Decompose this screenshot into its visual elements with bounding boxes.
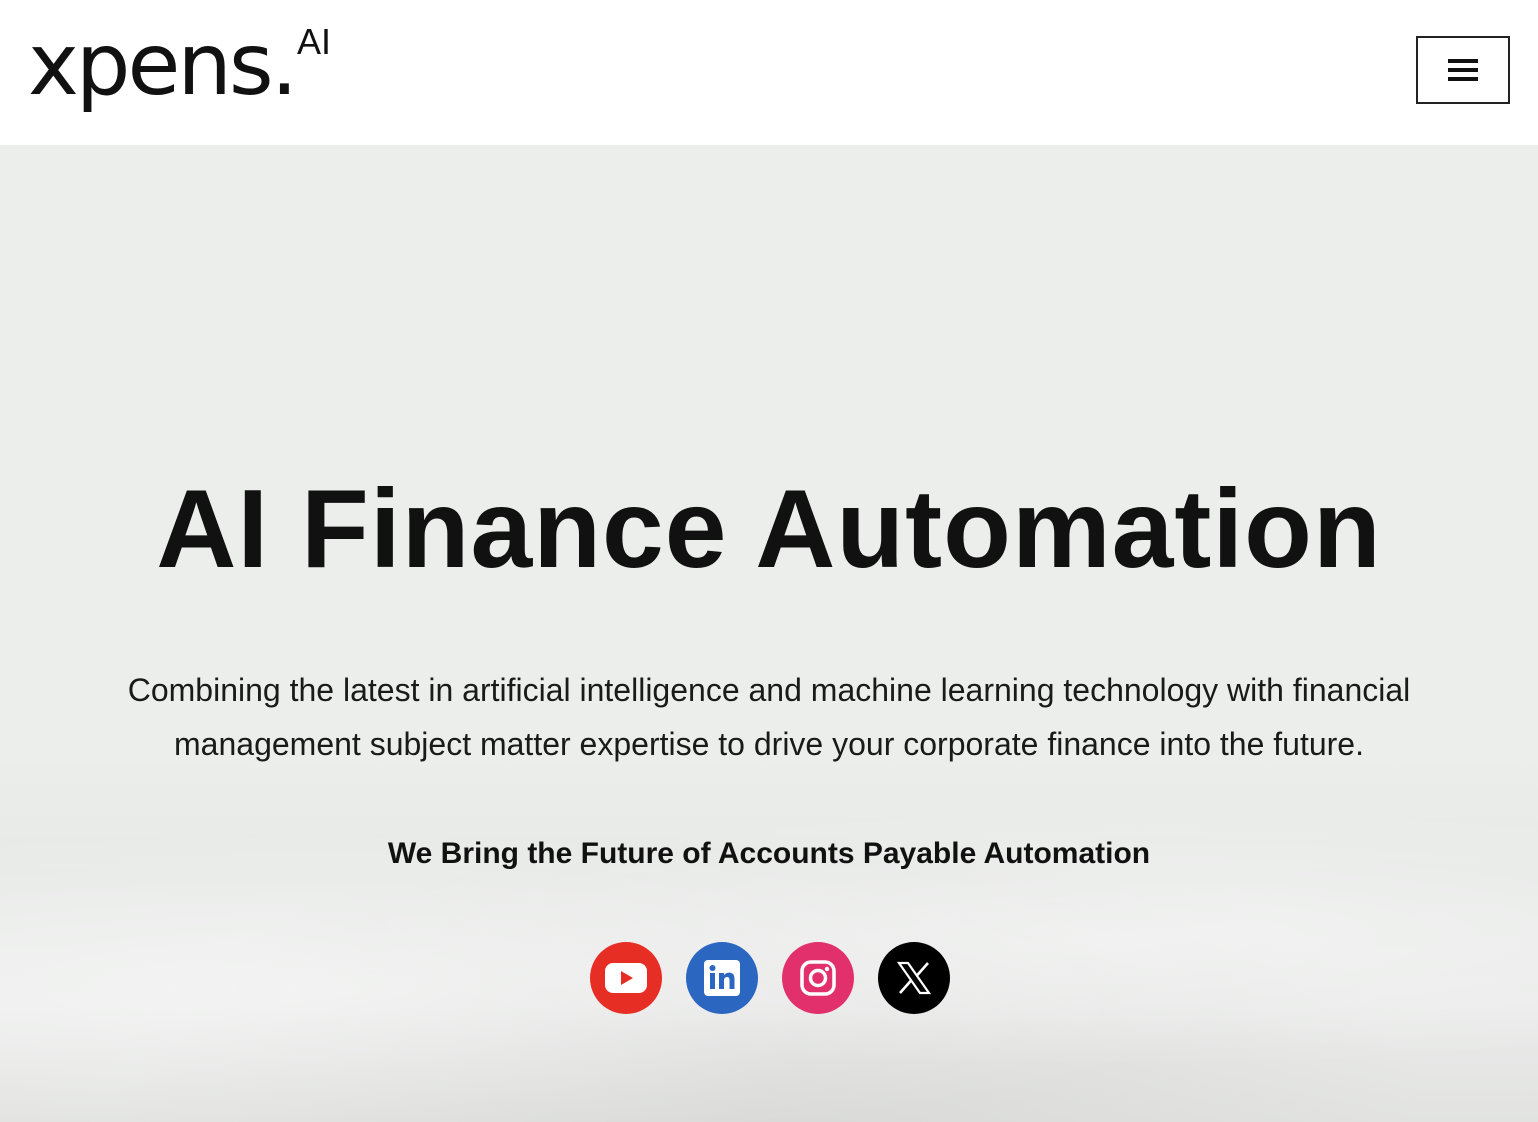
instagram-icon [800,960,836,996]
hero-description: Combining the latest in artificial intel… [127,672,1411,762]
hero-section: AI Finance Automation Combining the late… [0,145,1538,1122]
hamburger-icon-bar [1448,77,1478,81]
menu-toggle-button[interactable] [1416,36,1510,104]
hero-title: AI Finance Automation [156,467,1382,591]
hero-tagline: We Bring the Future of Accounts Payable … [387,837,1151,870]
logo-ai-superscript: AI [297,21,332,62]
linkedin-link[interactable] [686,942,758,1014]
youtube-icon [605,963,647,993]
x-icon [896,961,932,995]
instagram-link[interactable] [782,942,854,1014]
hamburger-icon [1448,59,1478,63]
linkedin-icon [704,960,740,996]
social-links [590,942,950,1014]
youtube-link[interactable] [590,942,662,1014]
logo-wordmark: xpens. [28,15,298,115]
site-logo[interactable]: xpens. AI [28,10,331,120]
site-header: xpens. AI [0,0,1538,145]
x-link[interactable] [878,942,950,1014]
hamburger-icon-bar [1448,68,1478,72]
